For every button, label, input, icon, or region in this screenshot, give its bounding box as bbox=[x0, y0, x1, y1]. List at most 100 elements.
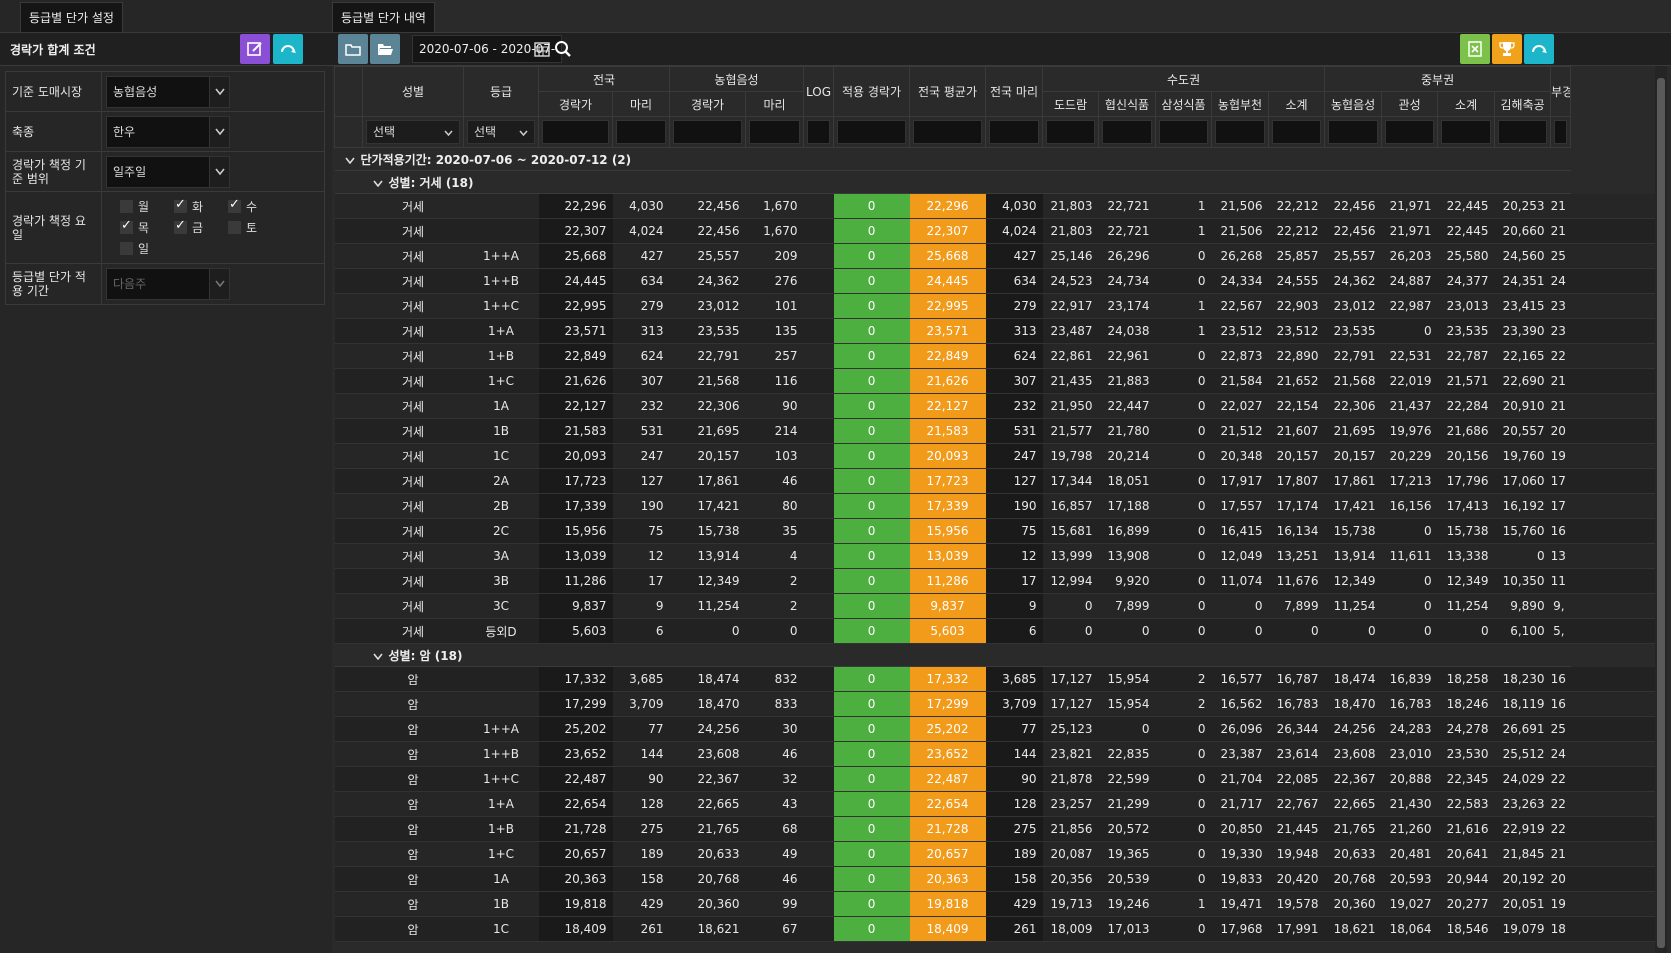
filter-input[interactable] bbox=[673, 120, 742, 144]
header-applied-price[interactable]: 적용 경락가 bbox=[833, 66, 911, 117]
filter-input[interactable] bbox=[749, 120, 801, 144]
species-select[interactable]: 한우 bbox=[106, 115, 230, 148]
table-row[interactable]: 거세 1A 22,127 232 22,306 90 0 22,127 232 21,950 22,… bbox=[334, 393, 1659, 419]
checkbox-box[interactable] bbox=[120, 242, 133, 255]
filter-sex-select[interactable]: 선택 bbox=[366, 120, 460, 144]
applied-price-cell[interactable]: 0 bbox=[833, 891, 910, 917]
day-checkbox[interactable]: 토 bbox=[228, 219, 282, 236]
day-checkbox[interactable]: 금 bbox=[174, 218, 228, 236]
refresh-button[interactable] bbox=[273, 34, 303, 64]
applied-price-cell[interactable]: 0 bbox=[833, 193, 910, 219]
applied-price-cell[interactable]: 0 bbox=[833, 518, 910, 544]
checkbox-box[interactable] bbox=[228, 197, 241, 213]
filter-input[interactable] bbox=[1441, 120, 1492, 144]
header-market-col[interactable]: 관성 bbox=[1381, 91, 1439, 117]
group-row-sex[interactable]: 성별: 암 (18) bbox=[334, 643, 1660, 667]
filter-input[interactable] bbox=[1046, 120, 1096, 144]
excel-export-button[interactable] bbox=[1460, 34, 1490, 64]
header-bugyeong[interactable]: 부경 bbox=[1550, 66, 1572, 117]
tab-price-history[interactable]: 등급별 단가 내역 bbox=[332, 2, 435, 32]
header-market-col[interactable]: 김해축공 bbox=[1494, 91, 1552, 117]
day-checkbox[interactable]: 화 bbox=[174, 197, 228, 215]
history-refresh-button[interactable] bbox=[1524, 34, 1554, 64]
applied-price-cell[interactable]: 0 bbox=[833, 393, 910, 419]
table-row[interactable]: 거세 3C 9,837 9 11,254 2 0 9,837 9 0 7,899 0 0 7,899 11,… bbox=[334, 593, 1659, 619]
filter-input[interactable] bbox=[913, 120, 983, 144]
day-checkbox[interactable]: 수 bbox=[228, 197, 282, 215]
table-row[interactable]: 암 1B 19,818 429 20,360 99 0 19,818 429 19,713 19,2… bbox=[334, 891, 1659, 917]
checkbox-box[interactable] bbox=[174, 197, 187, 213]
header-market-col[interactable]: 소계 bbox=[1268, 91, 1326, 117]
table-row[interactable]: 암 17,332 3,685 18,474 832 0 17,332 3,685 17,127 1… bbox=[334, 666, 1659, 692]
table-row[interactable]: 거세 1++C 22,995 279 23,012 101 0 22,995 279 22,917… bbox=[334, 293, 1659, 319]
group-row-period[interactable]: 단가적용기간: 2020-07-06 ~ 2020-07-12 (2) bbox=[334, 147, 1660, 171]
header-grade[interactable]: 등급 bbox=[463, 66, 539, 117]
header-nh-price[interactable]: 경락가 bbox=[669, 91, 746, 117]
day-checkbox[interactable]: 목 bbox=[120, 218, 174, 236]
table-row[interactable]: 거세 1B 21,583 531 21,695 214 0 21,583 531 21,577 21… bbox=[334, 418, 1659, 444]
open-folder-button[interactable] bbox=[370, 34, 400, 64]
table-row[interactable]: 암 1++C 22,487 90 22,367 32 0 22,487 90 21,878 22,5… bbox=[334, 766, 1659, 792]
table-row[interactable]: 거세 1++B 24,445 634 24,362 276 0 24,445 634 24,523… bbox=[334, 268, 1659, 294]
applied-price-cell[interactable]: 0 bbox=[833, 716, 910, 742]
header-log[interactable]: LOG bbox=[803, 66, 835, 117]
header-national-heads[interactable]: 전국 마리 bbox=[985, 66, 1044, 117]
scrollbar-thumb[interactable] bbox=[1657, 78, 1665, 948]
header-national-heads-count[interactable]: 마리 bbox=[612, 91, 670, 117]
folder-button[interactable] bbox=[338, 34, 368, 64]
table-row[interactable]: 암 1+C 20,657 189 20,633 49 0 20,657 189 20,087 19,… bbox=[334, 841, 1659, 867]
filter-input[interactable] bbox=[1328, 120, 1379, 144]
period-select[interactable]: 다음주 bbox=[106, 268, 230, 300]
applied-price-cell[interactable]: 0 bbox=[833, 568, 910, 594]
applied-price-cell[interactable]: 0 bbox=[833, 493, 910, 519]
vertical-scrollbar[interactable] bbox=[1655, 66, 1667, 953]
calendar-icon[interactable] bbox=[534, 41, 550, 57]
table-row[interactable]: 암 17,299 3,709 18,470 833 0 17,299 3,709 17,127 1… bbox=[334, 691, 1659, 717]
applied-price-cell[interactable]: 0 bbox=[833, 268, 910, 294]
applied-price-cell[interactable]: 0 bbox=[833, 841, 910, 867]
table-row[interactable]: 거세 1++A 25,668 427 25,557 209 0 25,668 427 25,146… bbox=[334, 243, 1659, 269]
filter-input[interactable] bbox=[616, 120, 666, 144]
chevron-down-icon[interactable] bbox=[372, 176, 383, 190]
table-row[interactable]: 거세 3B 11,286 17 12,349 2 0 11,286 17 12,994 9,920 0… bbox=[334, 568, 1659, 594]
header-market-col[interactable]: 소계 bbox=[1437, 91, 1496, 117]
header-market-col[interactable]: 도드람 bbox=[1042, 91, 1100, 117]
filter-input[interactable] bbox=[989, 120, 1040, 144]
table-row[interactable]: 암 1+A 22,654 128 22,665 43 0 22,654 128 23,257 21,… bbox=[334, 791, 1659, 817]
table-row[interactable]: 암 1C 18,409 261 18,621 67 0 18,409 261 18,009 17,0… bbox=[334, 916, 1659, 942]
applied-price-cell[interactable]: 0 bbox=[833, 866, 910, 892]
table-row[interactable]: 거세 3A 13,039 12 13,914 4 0 13,039 12 13,999 13,908… bbox=[334, 543, 1659, 569]
table-row[interactable]: 거세 1C 20,093 247 20,157 103 0 20,093 247 19,798 20… bbox=[334, 443, 1659, 469]
tab-price-settings[interactable]: 등급별 단가 설정 bbox=[20, 2, 123, 32]
applied-price-cell[interactable]: 0 bbox=[833, 293, 910, 319]
filter-input[interactable] bbox=[1385, 120, 1435, 144]
applied-price-cell[interactable]: 0 bbox=[833, 318, 910, 344]
table-row[interactable]: 거세 2B 17,339 190 17,421 80 0 17,339 190 16,857 17,… bbox=[334, 493, 1659, 519]
applied-price-cell[interactable]: 0 bbox=[833, 741, 910, 767]
filter-input[interactable] bbox=[1102, 120, 1153, 144]
applied-price-cell[interactable]: 0 bbox=[833, 418, 910, 444]
trophy-button[interactable] bbox=[1492, 34, 1522, 64]
applied-price-cell[interactable]: 0 bbox=[833, 368, 910, 394]
applied-price-cell[interactable]: 0 bbox=[833, 218, 910, 244]
applied-price-cell[interactable]: 0 bbox=[833, 791, 910, 817]
filter-input[interactable] bbox=[1498, 120, 1548, 144]
header-national-price[interactable]: 경락가 bbox=[538, 91, 613, 117]
applied-price-cell[interactable]: 0 bbox=[833, 766, 910, 792]
checkbox-box[interactable] bbox=[228, 221, 241, 234]
header-national-avg[interactable]: 전국 평균가 bbox=[909, 66, 987, 117]
checkbox-box[interactable] bbox=[174, 218, 187, 234]
applied-price-cell[interactable]: 0 bbox=[833, 666, 910, 692]
header-market-col[interactable]: 협신식품 bbox=[1098, 91, 1157, 117]
table-row[interactable]: 거세 1+B 22,849 624 22,791 257 0 22,849 624 22,861 2… bbox=[334, 343, 1659, 369]
applied-price-cell[interactable]: 0 bbox=[833, 343, 910, 369]
header-market-col[interactable]: 삼성식품 bbox=[1155, 91, 1213, 117]
table-row[interactable]: 거세 22,296 4,030 22,456 1,670 0 22,296 4,030 21,8… bbox=[334, 193, 1659, 219]
table-row[interactable]: 거세 등외D 5,603 6 0 0 0 5,603 6 0 0 0 0 0 0 0 0 6,100 5, bbox=[334, 618, 1659, 644]
filter-grade-select[interactable]: 선택 bbox=[467, 120, 535, 144]
applied-price-cell[interactable]: 0 bbox=[833, 593, 910, 619]
header-nh-heads-count[interactable]: 마리 bbox=[744, 91, 805, 117]
chevron-down-icon[interactable] bbox=[372, 649, 383, 663]
table-row[interactable]: 암 1++A 25,202 77 24,256 30 0 25,202 77 25,123 0 0 26… bbox=[334, 716, 1659, 742]
edit-button[interactable] bbox=[240, 34, 270, 64]
